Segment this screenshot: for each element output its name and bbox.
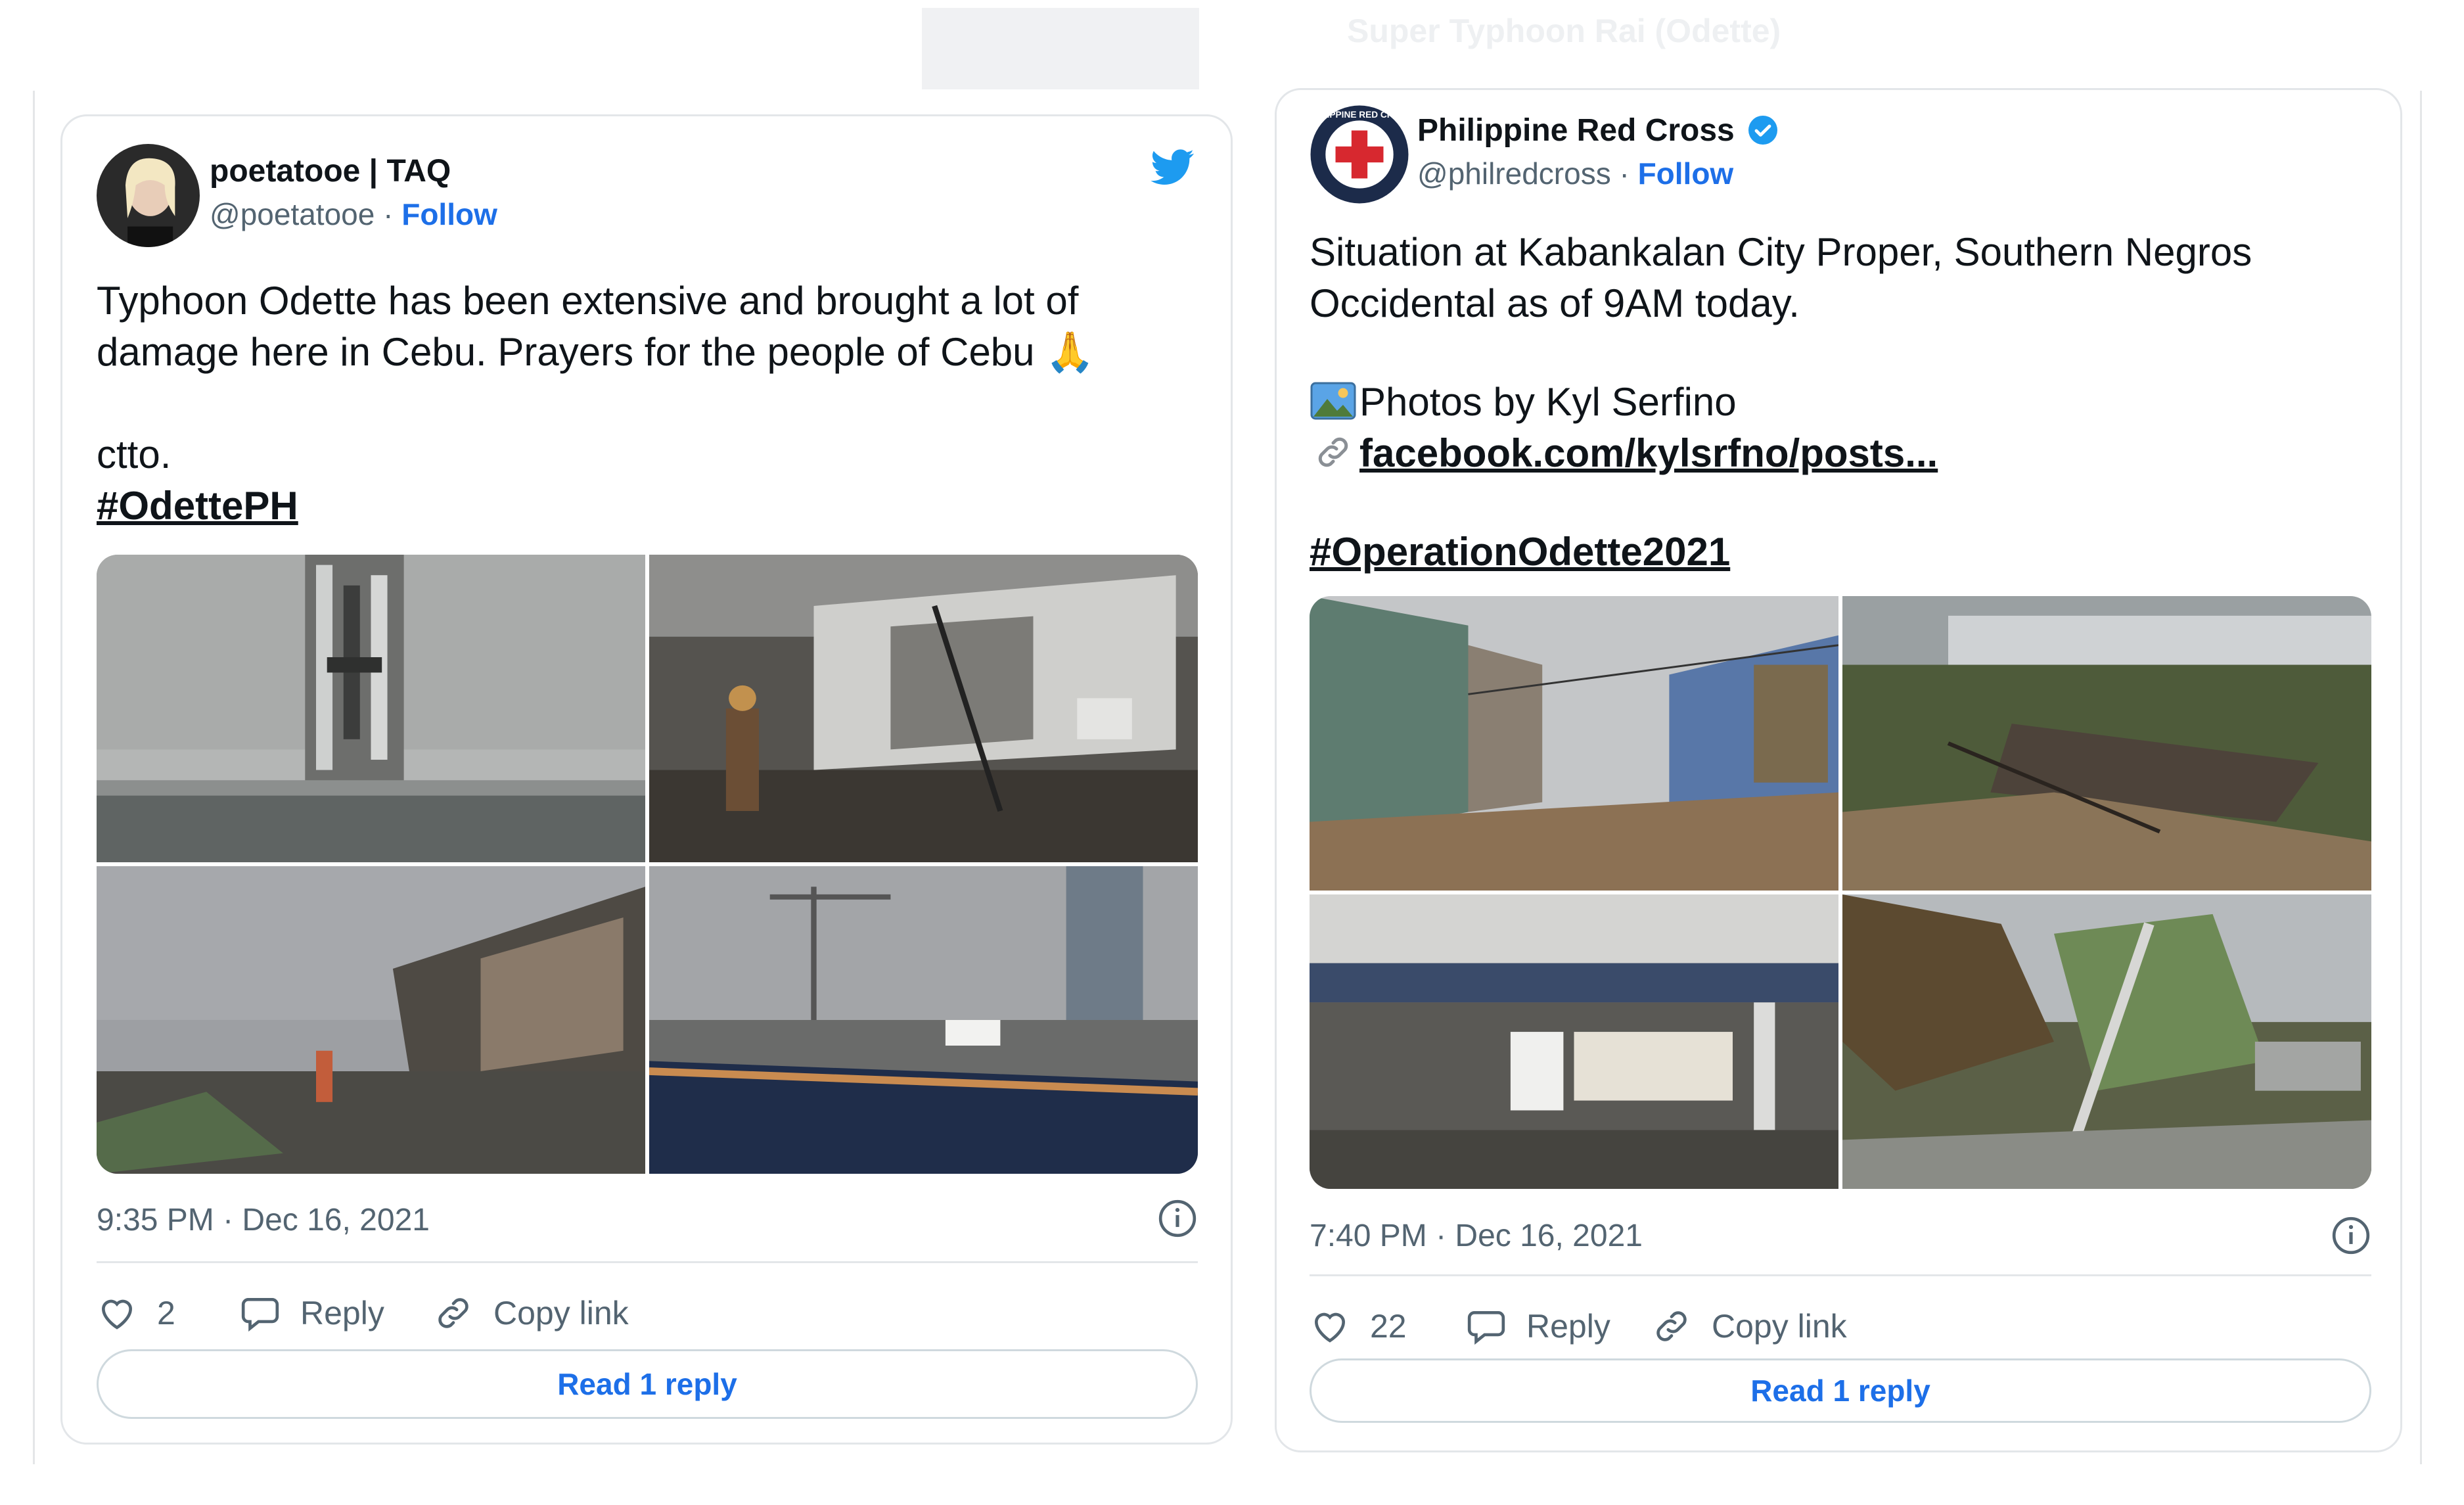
- tweet-card-poetatooe: poetatooe | TAQ @poetatooe · Follow Typh…: [60, 114, 1233, 1445]
- photo-damaged-building[interactable]: [97, 555, 645, 862]
- photo-fallen-trees[interactable]: [1842, 894, 2371, 1189]
- heart-icon: [102, 1299, 132, 1330]
- reply-label: Reply: [300, 1295, 384, 1331]
- hashtag-link[interactable]: #OperationOdette2021: [1310, 526, 1730, 577]
- copy-link-label: Copy link: [493, 1295, 629, 1331]
- tweet-card-philredcross: PHILIPPINE RED CROSS Philippine Red Cros…: [1275, 88, 2402, 1452]
- tweet-text-line-2: Occidental as of 9AM today.: [1310, 281, 1800, 325]
- tweet-text-line-2: damage here in Cebu. Prayers for the peo…: [97, 330, 1095, 374]
- facebook-link[interactable]: facebook.com/kylsrfno/posts...: [1359, 431, 1938, 475]
- avatar-ring-text: PHILIPPINE RED CROSS: [1310, 110, 1409, 120]
- top-gray-panel: [922, 8, 1199, 89]
- photo-collapsed-house[interactable]: [1842, 596, 2371, 891]
- link-line: facebook.com/kylsrfno/posts...: [1310, 428, 1938, 478]
- picture-icon: [1310, 382, 1356, 420]
- photo-gas-station[interactable]: [1310, 894, 1838, 1189]
- media-grid: [1310, 596, 2371, 1189]
- separator: ·: [1610, 156, 1638, 191]
- reply-button[interactable]: Reply: [1466, 1306, 1610, 1347]
- page-title: Super Typhoon Rai (Odette): [1347, 12, 1781, 49]
- heart-icon: [1315, 1312, 1345, 1343]
- photos-credit-text: Photos by Kyl Serfino: [1359, 380, 1737, 424]
- reply-bubble-icon: [1467, 1311, 1505, 1345]
- follow-button[interactable]: Follow: [1638, 156, 1734, 191]
- hashtag-link[interactable]: #OdettePH: [97, 480, 298, 531]
- display-name[interactable]: poetatooe | TAQ: [210, 153, 451, 189]
- frame-line-right: [2420, 91, 2422, 1464]
- like-count: 22: [1370, 1308, 1407, 1345]
- photo-flooded-street[interactable]: [1310, 596, 1838, 891]
- frame-line-left: [33, 91, 35, 1464]
- handle-line: @philredcross · Follow: [1417, 156, 1733, 191]
- divider: [97, 1261, 1198, 1263]
- like-button[interactable]: 2: [97, 1293, 175, 1333]
- reply-bubble-icon: [241, 1298, 279, 1332]
- tweet-text-line-3: ctto.: [97, 432, 171, 476]
- reply-button[interactable]: Reply: [240, 1293, 384, 1333]
- photo-damaged-boat[interactable]: [649, 866, 1198, 1174]
- avatar[interactable]: [97, 144, 200, 247]
- handle[interactable]: @poetatooe: [210, 197, 375, 231]
- twitter-logo-icon[interactable]: [1148, 145, 1198, 189]
- photo-damaged-shop[interactable]: [649, 555, 1198, 862]
- photos-credit-line: Photos by Kyl Serfino: [1310, 377, 1737, 427]
- divider: [1310, 1274, 2371, 1276]
- verified-badge-icon: [1748, 116, 1778, 145]
- copy-link-label: Copy link: [1712, 1308, 1847, 1345]
- reply-label: Reply: [1526, 1308, 1610, 1345]
- display-name[interactable]: Philippine Red Cross: [1417, 112, 1779, 149]
- photo-damaged-roof[interactable]: [97, 866, 645, 1174]
- handle-line: @poetatooe · Follow: [210, 197, 497, 232]
- tweet-text-line-1: Situation at Kabankalan City Proper, Sou…: [1310, 230, 2252, 274]
- tweet-timestamp[interactable]: 7:40 PM · Dec 16, 2021: [1310, 1218, 1643, 1254]
- tweet-text-line-1: Typhoon Odette has been extensive and br…: [97, 279, 1079, 323]
- like-count: 2: [157, 1295, 175, 1331]
- info-icon[interactable]: [1157, 1198, 1198, 1239]
- media-grid: [97, 555, 1198, 1174]
- read-reply-button[interactable]: Read 1 reply: [1310, 1358, 2371, 1423]
- display-name-text: Philippine Red Cross: [1417, 113, 1735, 148]
- separator: ·: [375, 197, 402, 231]
- info-icon[interactable]: [2331, 1215, 2371, 1256]
- read-reply-button[interactable]: Read 1 reply: [97, 1349, 1198, 1419]
- copy-link-button[interactable]: Copy link: [433, 1293, 629, 1333]
- like-button[interactable]: 22: [1310, 1306, 1407, 1347]
- paperclip-link-icon: [1318, 437, 1348, 467]
- red-cross-avatar[interactable]: PHILIPPINE RED CROSS: [1310, 104, 1409, 204]
- tweet-timestamp[interactable]: 9:35 PM · Dec 16, 2021: [97, 1202, 430, 1238]
- follow-button[interactable]: Follow: [401, 197, 497, 231]
- link-icon: [438, 1298, 468, 1328]
- copy-link-button[interactable]: Copy link: [1651, 1306, 1847, 1347]
- handle[interactable]: @philredcross: [1417, 156, 1611, 191]
- link-icon: [1656, 1311, 1687, 1341]
